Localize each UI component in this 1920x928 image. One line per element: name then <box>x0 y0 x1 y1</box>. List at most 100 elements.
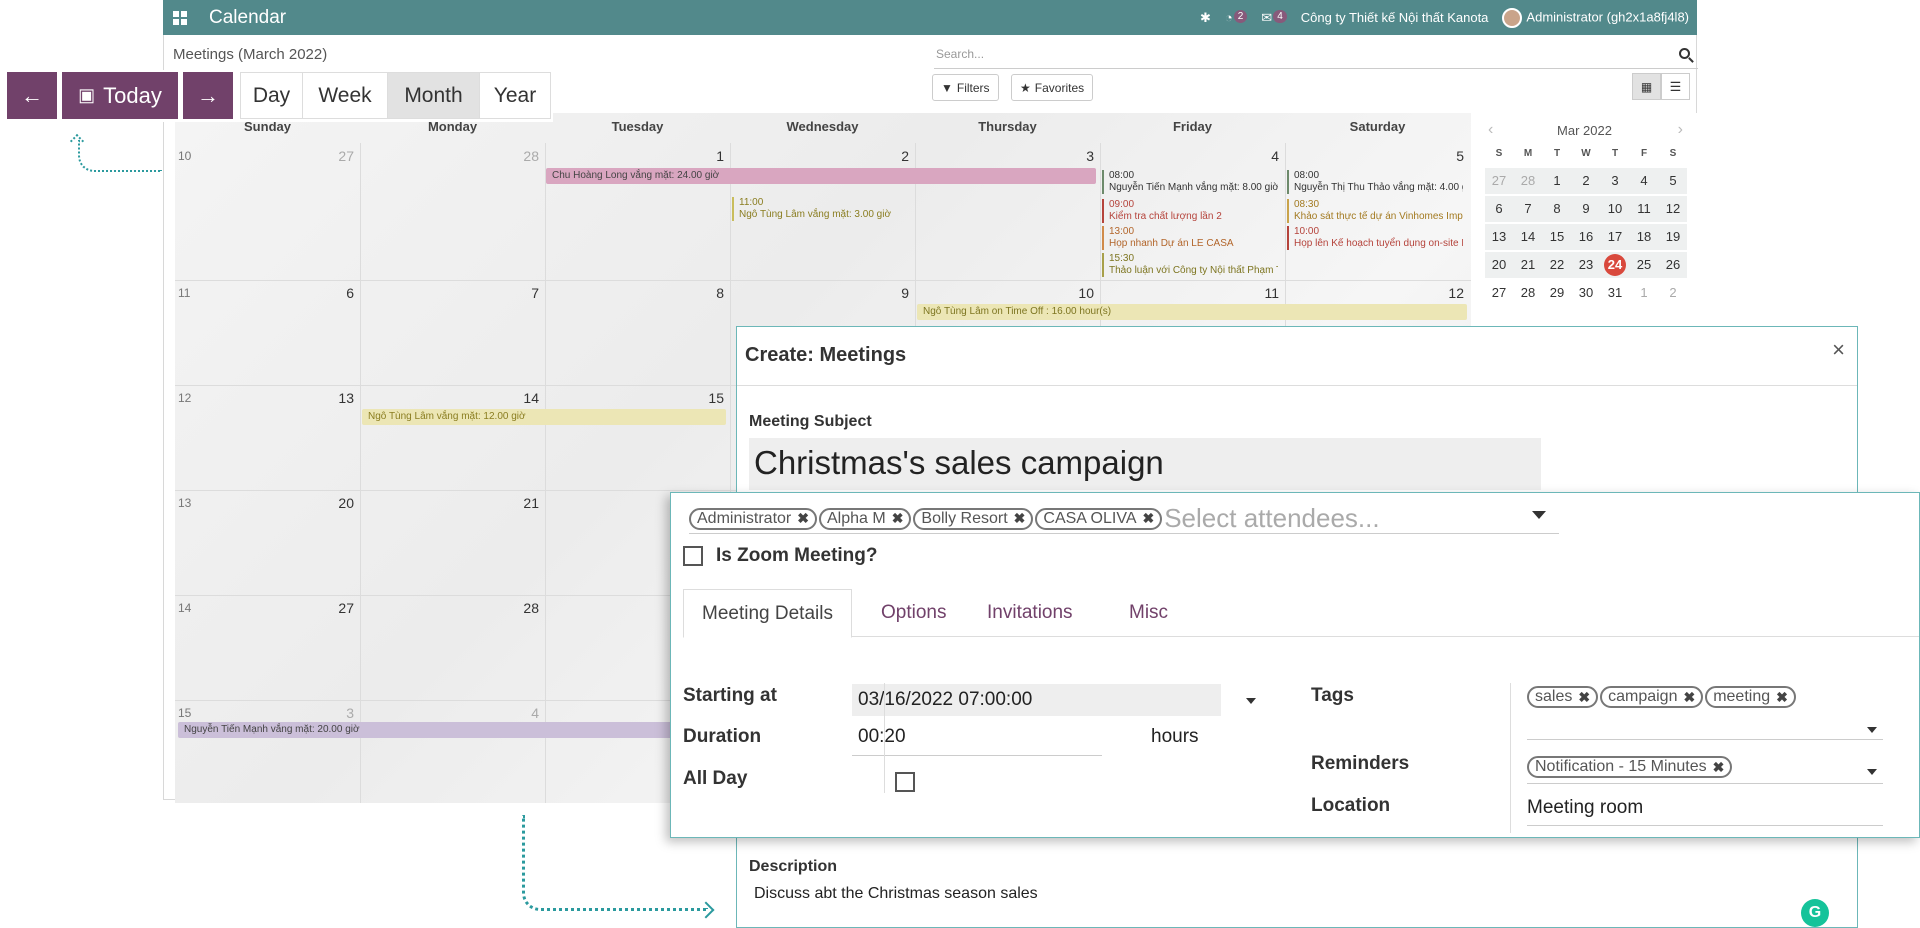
reminder-chip[interactable]: Notification - 15 Minutes ✖ <box>1527 756 1733 778</box>
day-number[interactable]: 15 <box>684 390 724 406</box>
mini-day[interactable]: 2 <box>1572 168 1600 194</box>
mini-day[interactable]: 9 <box>1572 196 1600 222</box>
mini-day[interactable]: 23 <box>1572 252 1600 278</box>
mini-day[interactable]: 11 <box>1630 196 1658 222</box>
event-item[interactable]: 09:00 Kiểm tra chất lượng lần 2 <box>1102 199 1278 223</box>
next-button[interactable]: → <box>183 72 233 119</box>
event-item[interactable]: 10:00 Họp lên Kế hoạch tuyển dụng on-site… <box>1287 226 1463 250</box>
day-number[interactable]: 2 <box>869 148 909 164</box>
messages-menu[interactable]: ✉ 4 <box>1261 9 1287 26</box>
mini-day[interactable]: 1 <box>1630 280 1658 306</box>
mini-day[interactable]: 8 <box>1543 196 1571 222</box>
mini-day[interactable]: 14 <box>1514 224 1542 250</box>
event-item[interactable]: 11:00 Ngô Tùng Lâm vắng mặt: 3.00 giờ <box>732 197 912 221</box>
day-number[interactable]: 7 <box>499 285 539 301</box>
chevron-right-icon[interactable]: › <box>1678 121 1683 139</box>
mini-day[interactable]: 31 <box>1601 280 1629 306</box>
search-input[interactable]: Search... <box>934 47 1698 69</box>
duration-input[interactable]: 00:20 <box>858 726 906 748</box>
tab-misc[interactable]: Misc <box>1111 589 1186 637</box>
mini-day[interactable]: 28 <box>1514 168 1542 194</box>
activity-menu[interactable]: ◔ 2 <box>1225 10 1248 25</box>
day-number[interactable]: 11 <box>1239 285 1279 301</box>
tag-chip[interactable]: campaign ✖ <box>1600 686 1704 708</box>
mini-day[interactable]: 1 <box>1543 168 1571 194</box>
mini-day[interactable]: 4 <box>1630 168 1658 194</box>
tab-options[interactable]: Options <box>863 589 964 637</box>
favorites-button[interactable]: ★ Favorites <box>1011 74 1094 101</box>
mini-day[interactable]: 2 <box>1659 280 1687 306</box>
day-number[interactable]: 6 <box>314 285 354 301</box>
remove-icon[interactable]: ✖ <box>892 510 904 527</box>
tab-meeting-details[interactable]: Meeting Details <box>683 589 852 638</box>
view-day-button[interactable]: Day <box>240 72 303 119</box>
day-number[interactable]: 3 <box>1054 148 1094 164</box>
mini-day[interactable]: 29 <box>1543 280 1571 306</box>
remove-icon[interactable]: ✖ <box>1014 510 1026 527</box>
mini-day[interactable]: 16 <box>1572 224 1600 250</box>
mini-day[interactable]: 12 <box>1659 196 1687 222</box>
description-input[interactable]: Discuss abt the Christmas season sales <box>754 885 1038 903</box>
attendee-tag[interactable]: Administrator ✖ <box>689 507 817 530</box>
day-number[interactable]: 21 <box>499 495 539 511</box>
day-number[interactable]: 27 <box>314 600 354 616</box>
mini-day[interactable]: 27 <box>1485 280 1513 306</box>
event-bar[interactable]: Chu Hoàng Long vắng mặt: 24.00 giờ <box>546 168 1096 184</box>
mini-day[interactable]: 19 <box>1659 224 1687 250</box>
remove-icon[interactable]: ✖ <box>1776 689 1788 706</box>
mini-day[interactable]: 17 <box>1601 224 1629 250</box>
attendee-tag[interactable]: Alpha M ✖ <box>818 507 912 530</box>
attendees-placeholder[interactable]: Select attendees... <box>1164 503 1379 534</box>
mini-day[interactable]: 18 <box>1630 224 1658 250</box>
remove-icon[interactable]: ✖ <box>1578 689 1590 706</box>
day-number[interactable]: 28 <box>499 600 539 616</box>
event-item[interactable]: 08:00 Nguyễn Thị Thu Thảo vắng mặt: 4.00 … <box>1287 170 1463 194</box>
view-year-button[interactable]: Year <box>479 72 551 119</box>
filters-button[interactable]: ▼ Filters <box>932 74 999 101</box>
view-month-button[interactable]: Month <box>387 72 480 119</box>
event-bar[interactable]: Nguyễn Tiến Mạnh vắng mặt: 20.00 giờ <box>178 722 678 738</box>
day-number[interactable]: 9 <box>869 285 909 301</box>
day-number[interactable]: 14 <box>499 390 539 406</box>
mini-day[interactable]: 25 <box>1630 252 1658 278</box>
mini-day[interactable]: 21 <box>1514 252 1542 278</box>
remove-icon[interactable]: ✖ <box>797 510 809 527</box>
app-title[interactable]: Calendar <box>209 7 286 29</box>
mini-day[interactable]: 13 <box>1485 224 1513 250</box>
reminders-field[interactable]: Notification - 15 Minutes ✖ <box>1527 756 1734 778</box>
allday-checkbox[interactable] <box>895 772 915 792</box>
day-number[interactable]: 20 <box>314 495 354 511</box>
mini-day[interactable]: 6 <box>1485 196 1513 222</box>
remove-icon[interactable]: ✖ <box>1142 510 1154 527</box>
day-number[interactable]: 12 <box>1424 285 1464 301</box>
event-item[interactable]: 08:30 Khảo sát thực tế dự án Vinhomes Imp… <box>1287 199 1463 223</box>
mini-day[interactable]: 15 <box>1543 224 1571 250</box>
list-view-button[interactable]: ☰ <box>1661 73 1690 100</box>
subject-input[interactable]: Christmas's sales campaign <box>749 438 1541 490</box>
location-input[interactable]: Meeting room <box>1527 797 1643 819</box>
mini-day[interactable]: 3 <box>1601 168 1629 194</box>
user-menu[interactable]: Administrator (gh2x1a8fj4l8) <box>1502 7 1689 28</box>
attendee-tag[interactable]: CASA OLIVA ✖ <box>1035 507 1163 530</box>
attendees-field[interactable]: Administrator ✖ Alpha M ✖ Bolly Resort ✖ CA… <box>689 503 1380 534</box>
event-bar[interactable]: Ngô Tùng Lâm vắng mặt: 12.00 giờ <box>362 409 726 425</box>
chevron-down-icon[interactable] <box>1867 727 1877 733</box>
event-item[interactable]: 15:30 Thảo luận với Công ty Nội thất Phạm… <box>1102 253 1278 277</box>
day-number[interactable]: 10 <box>1054 285 1094 301</box>
day-number[interactable]: 4 <box>499 705 539 721</box>
tag-chip[interactable]: sales ✖ <box>1527 686 1599 708</box>
company-name[interactable]: Công ty Thiết kế Nội thất Kanota <box>1301 10 1489 25</box>
previous-button[interactable]: ← <box>7 72 57 119</box>
mini-day[interactable]: 28 <box>1514 280 1542 306</box>
view-week-button[interactable]: Week <box>302 72 388 119</box>
starting-input[interactable]: 03/16/2022 07:00:00 <box>852 684 1221 716</box>
chevron-down-icon[interactable] <box>1867 769 1877 775</box>
tag-chip[interactable]: meeting ✖ <box>1705 686 1796 708</box>
grammarly-icon[interactable]: G <box>1801 899 1829 927</box>
tags-field[interactable]: sales ✖ campaign ✖ meeting ✖ <box>1527 686 1798 708</box>
mini-day[interactable]: 30 <box>1572 280 1600 306</box>
remove-icon[interactable]: ✖ <box>1713 759 1725 776</box>
mini-day[interactable]: 24 <box>1601 252 1629 278</box>
mini-day[interactable]: 22 <box>1543 252 1571 278</box>
calendar-view-button[interactable]: ▦ <box>1632 73 1661 100</box>
